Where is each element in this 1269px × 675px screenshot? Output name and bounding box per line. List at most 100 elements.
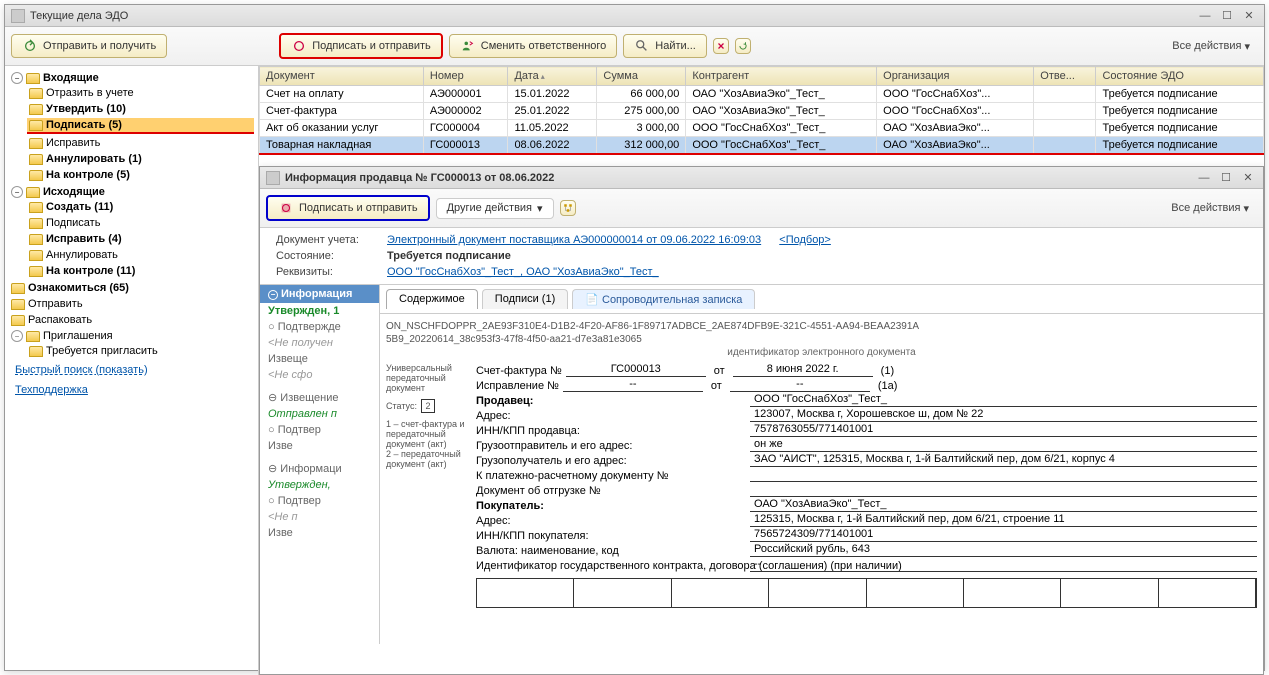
col-sum[interactable]: Сумма bbox=[597, 67, 686, 86]
folder-icon bbox=[29, 138, 43, 149]
tree-item[interactable]: <Не сфо bbox=[260, 367, 379, 383]
col-num[interactable]: Номер bbox=[423, 67, 508, 86]
folder-icon bbox=[26, 73, 40, 84]
tree-item[interactable]: Утвержден, bbox=[260, 477, 379, 493]
doc-table-header bbox=[476, 578, 1257, 608]
tree-item[interactable]: Изве bbox=[260, 438, 379, 454]
close-button[interactable]: ✕ bbox=[1240, 9, 1258, 23]
sub-close-button[interactable]: ✕ bbox=[1239, 171, 1257, 185]
table-row[interactable]: Счет-фактураАЭ00000225.01.2022275 000,00… bbox=[260, 103, 1264, 120]
tree-item[interactable]: Извеще bbox=[260, 351, 379, 367]
find-label: Найти... bbox=[655, 40, 696, 52]
tab-signs[interactable]: Подписи (1) bbox=[482, 289, 568, 309]
state-value: Требуется подписание bbox=[387, 250, 511, 262]
tree-item[interactable]: <Не п bbox=[260, 509, 379, 525]
folder-icon bbox=[11, 283, 25, 294]
tree-reflect[interactable]: Отразить в учете bbox=[27, 86, 254, 100]
col-doc[interactable]: Документ bbox=[260, 67, 424, 86]
sub-titlebar: Информация продавца № ГС000013 от 08.06.… bbox=[260, 167, 1263, 189]
col-org[interactable]: Организация bbox=[877, 67, 1034, 86]
status-tree-pane: −Информация Утвержден, 1 ○ Подтвержде <Н… bbox=[260, 285, 380, 644]
sub-all-actions-label: Все действия bbox=[1171, 202, 1240, 214]
table-row[interactable]: Счет на оплатуАЭ00000115.01.202266 000,0… bbox=[260, 86, 1264, 103]
tree-item[interactable]: Изве bbox=[260, 525, 379, 541]
req-link[interactable]: ООО "ГосСнабХоз"_Тест_, ОАО "ХозАвиаЭко"… bbox=[387, 266, 659, 278]
tree-cancel2[interactable]: Аннулировать bbox=[27, 248, 254, 262]
folder-icon bbox=[11, 315, 25, 326]
tree-item[interactable]: ○ Подтвержде bbox=[260, 319, 379, 335]
tree-create[interactable]: Создать (11) bbox=[27, 200, 254, 214]
clear-button[interactable] bbox=[713, 38, 729, 54]
folder-icon bbox=[29, 218, 43, 229]
tree-item[interactable]: Отправлен п bbox=[260, 406, 379, 422]
support-link[interactable]: Техподдержка bbox=[15, 384, 88, 396]
tree-sign[interactable]: Подписать (5) bbox=[27, 118, 254, 134]
info-tab[interactable]: −Информация bbox=[260, 285, 379, 303]
refresh-button[interactable] bbox=[735, 38, 751, 54]
tree-incoming[interactable]: −Входящие bbox=[9, 71, 254, 85]
tree-cancel[interactable]: Аннулировать (1) bbox=[27, 152, 254, 166]
sub-all-actions-button[interactable]: Все действия ▾ bbox=[1163, 200, 1257, 217]
send-receive-button[interactable]: Отправить и получить bbox=[11, 34, 167, 58]
all-actions-button[interactable]: Все действия ▾ bbox=[1164, 38, 1258, 55]
dropdown-icon: ▾ bbox=[537, 202, 543, 215]
tree-item[interactable]: <Не получен bbox=[260, 335, 379, 351]
tree-control[interactable]: На контроле (5) bbox=[27, 168, 254, 182]
sign-send-button[interactable]: Подписать и отправить bbox=[279, 33, 443, 59]
tree-item[interactable]: ⊖ Информаци bbox=[260, 460, 379, 477]
selection-link[interactable]: <Подбор> bbox=[779, 234, 831, 246]
table-row[interactable]: Акт об оказании услугГС00000411.05.20223… bbox=[260, 120, 1264, 137]
sort-icon: ▴ bbox=[541, 72, 545, 81]
tree-item[interactable]: ○ Подтвер bbox=[260, 493, 379, 509]
folder-icon bbox=[29, 170, 43, 181]
tab-content[interactable]: Содержимое bbox=[386, 289, 478, 309]
dropdown-icon: ▾ bbox=[1244, 40, 1250, 53]
tree-fix2[interactable]: Исправить (4) bbox=[27, 232, 254, 246]
col-date[interactable]: Дата▴ bbox=[508, 67, 597, 86]
sub-maximize-button[interactable]: ☐ bbox=[1217, 171, 1235, 185]
tree-send[interactable]: Отправить bbox=[9, 297, 254, 311]
col-state[interactable]: Состояние ЭДО bbox=[1096, 67, 1264, 86]
tree-unpack[interactable]: Распаковать bbox=[9, 313, 254, 327]
folder-icon bbox=[29, 202, 43, 213]
minimize-button[interactable]: — bbox=[1196, 9, 1214, 23]
maximize-button[interactable]: ☐ bbox=[1218, 9, 1236, 23]
table-row[interactable]: Товарная накладнаяГС00001308.06.2022312 … bbox=[260, 137, 1264, 155]
sub-sign-send-button[interactable]: Подписать и отправить bbox=[266, 195, 430, 221]
quick-search-link[interactable]: Быстрый поиск (показать) bbox=[15, 364, 148, 376]
collapse-icon[interactable]: − bbox=[11, 330, 23, 342]
all-actions-label: Все действия bbox=[1172, 40, 1241, 52]
tree-outgoing[interactable]: −Исходящие bbox=[9, 185, 254, 199]
col-counter[interactable]: Контрагент bbox=[686, 67, 877, 86]
tab-note[interactable]: 📄 Сопроводительная записка bbox=[572, 289, 755, 309]
sub-minimize-button[interactable]: — bbox=[1195, 171, 1213, 185]
tree-view-button[interactable] bbox=[560, 200, 576, 216]
doc-leftnote: Универсальный передаточный документ Стат… bbox=[386, 363, 466, 608]
other-actions-button[interactable]: Другие действия ▾ bbox=[436, 198, 554, 219]
collapse-icon[interactable]: − bbox=[11, 186, 23, 198]
doc-account-link[interactable]: Электронный документ поставщика АЭ000000… bbox=[387, 234, 761, 246]
main-title: Текущие дела ЭДО bbox=[30, 10, 1196, 22]
documents-grid[interactable]: Документ Номер Дата▴ Сумма Контрагент Ор… bbox=[259, 66, 1264, 155]
refresh-icon bbox=[22, 38, 38, 54]
app-icon bbox=[11, 9, 25, 23]
folder-icon bbox=[29, 250, 43, 261]
tree-item[interactable]: ○ Подтвер bbox=[260, 422, 379, 438]
sub-sign-send-label: Подписать и отправить bbox=[299, 202, 418, 214]
tree-fix[interactable]: Исправить bbox=[27, 136, 254, 150]
collapse-icon[interactable]: − bbox=[11, 72, 23, 84]
tree-acquaint[interactable]: Ознакомиться (65) bbox=[9, 281, 254, 295]
tree-invites[interactable]: −Приглашения bbox=[9, 329, 254, 343]
tree-sign2[interactable]: Подписать bbox=[27, 216, 254, 230]
tree-need-invite[interactable]: Требуется пригласить bbox=[27, 344, 254, 358]
folder-icon bbox=[11, 299, 25, 310]
folder-icon bbox=[29, 234, 43, 245]
tree-control2[interactable]: На контроле (11) bbox=[27, 264, 254, 278]
change-responsible-button[interactable]: Сменить ответственного bbox=[449, 34, 618, 58]
approved-status: Утвержден, 1 bbox=[260, 303, 379, 319]
col-resp[interactable]: Отве... bbox=[1034, 67, 1096, 86]
tree-item[interactable]: ⊖ Извещение bbox=[260, 389, 379, 406]
find-button[interactable]: Найти... bbox=[623, 34, 707, 58]
tree-approve[interactable]: Утвердить (10) bbox=[27, 102, 254, 116]
content-area: Документ Номер Дата▴ Сумма Контрагент Ор… bbox=[259, 66, 1264, 675]
